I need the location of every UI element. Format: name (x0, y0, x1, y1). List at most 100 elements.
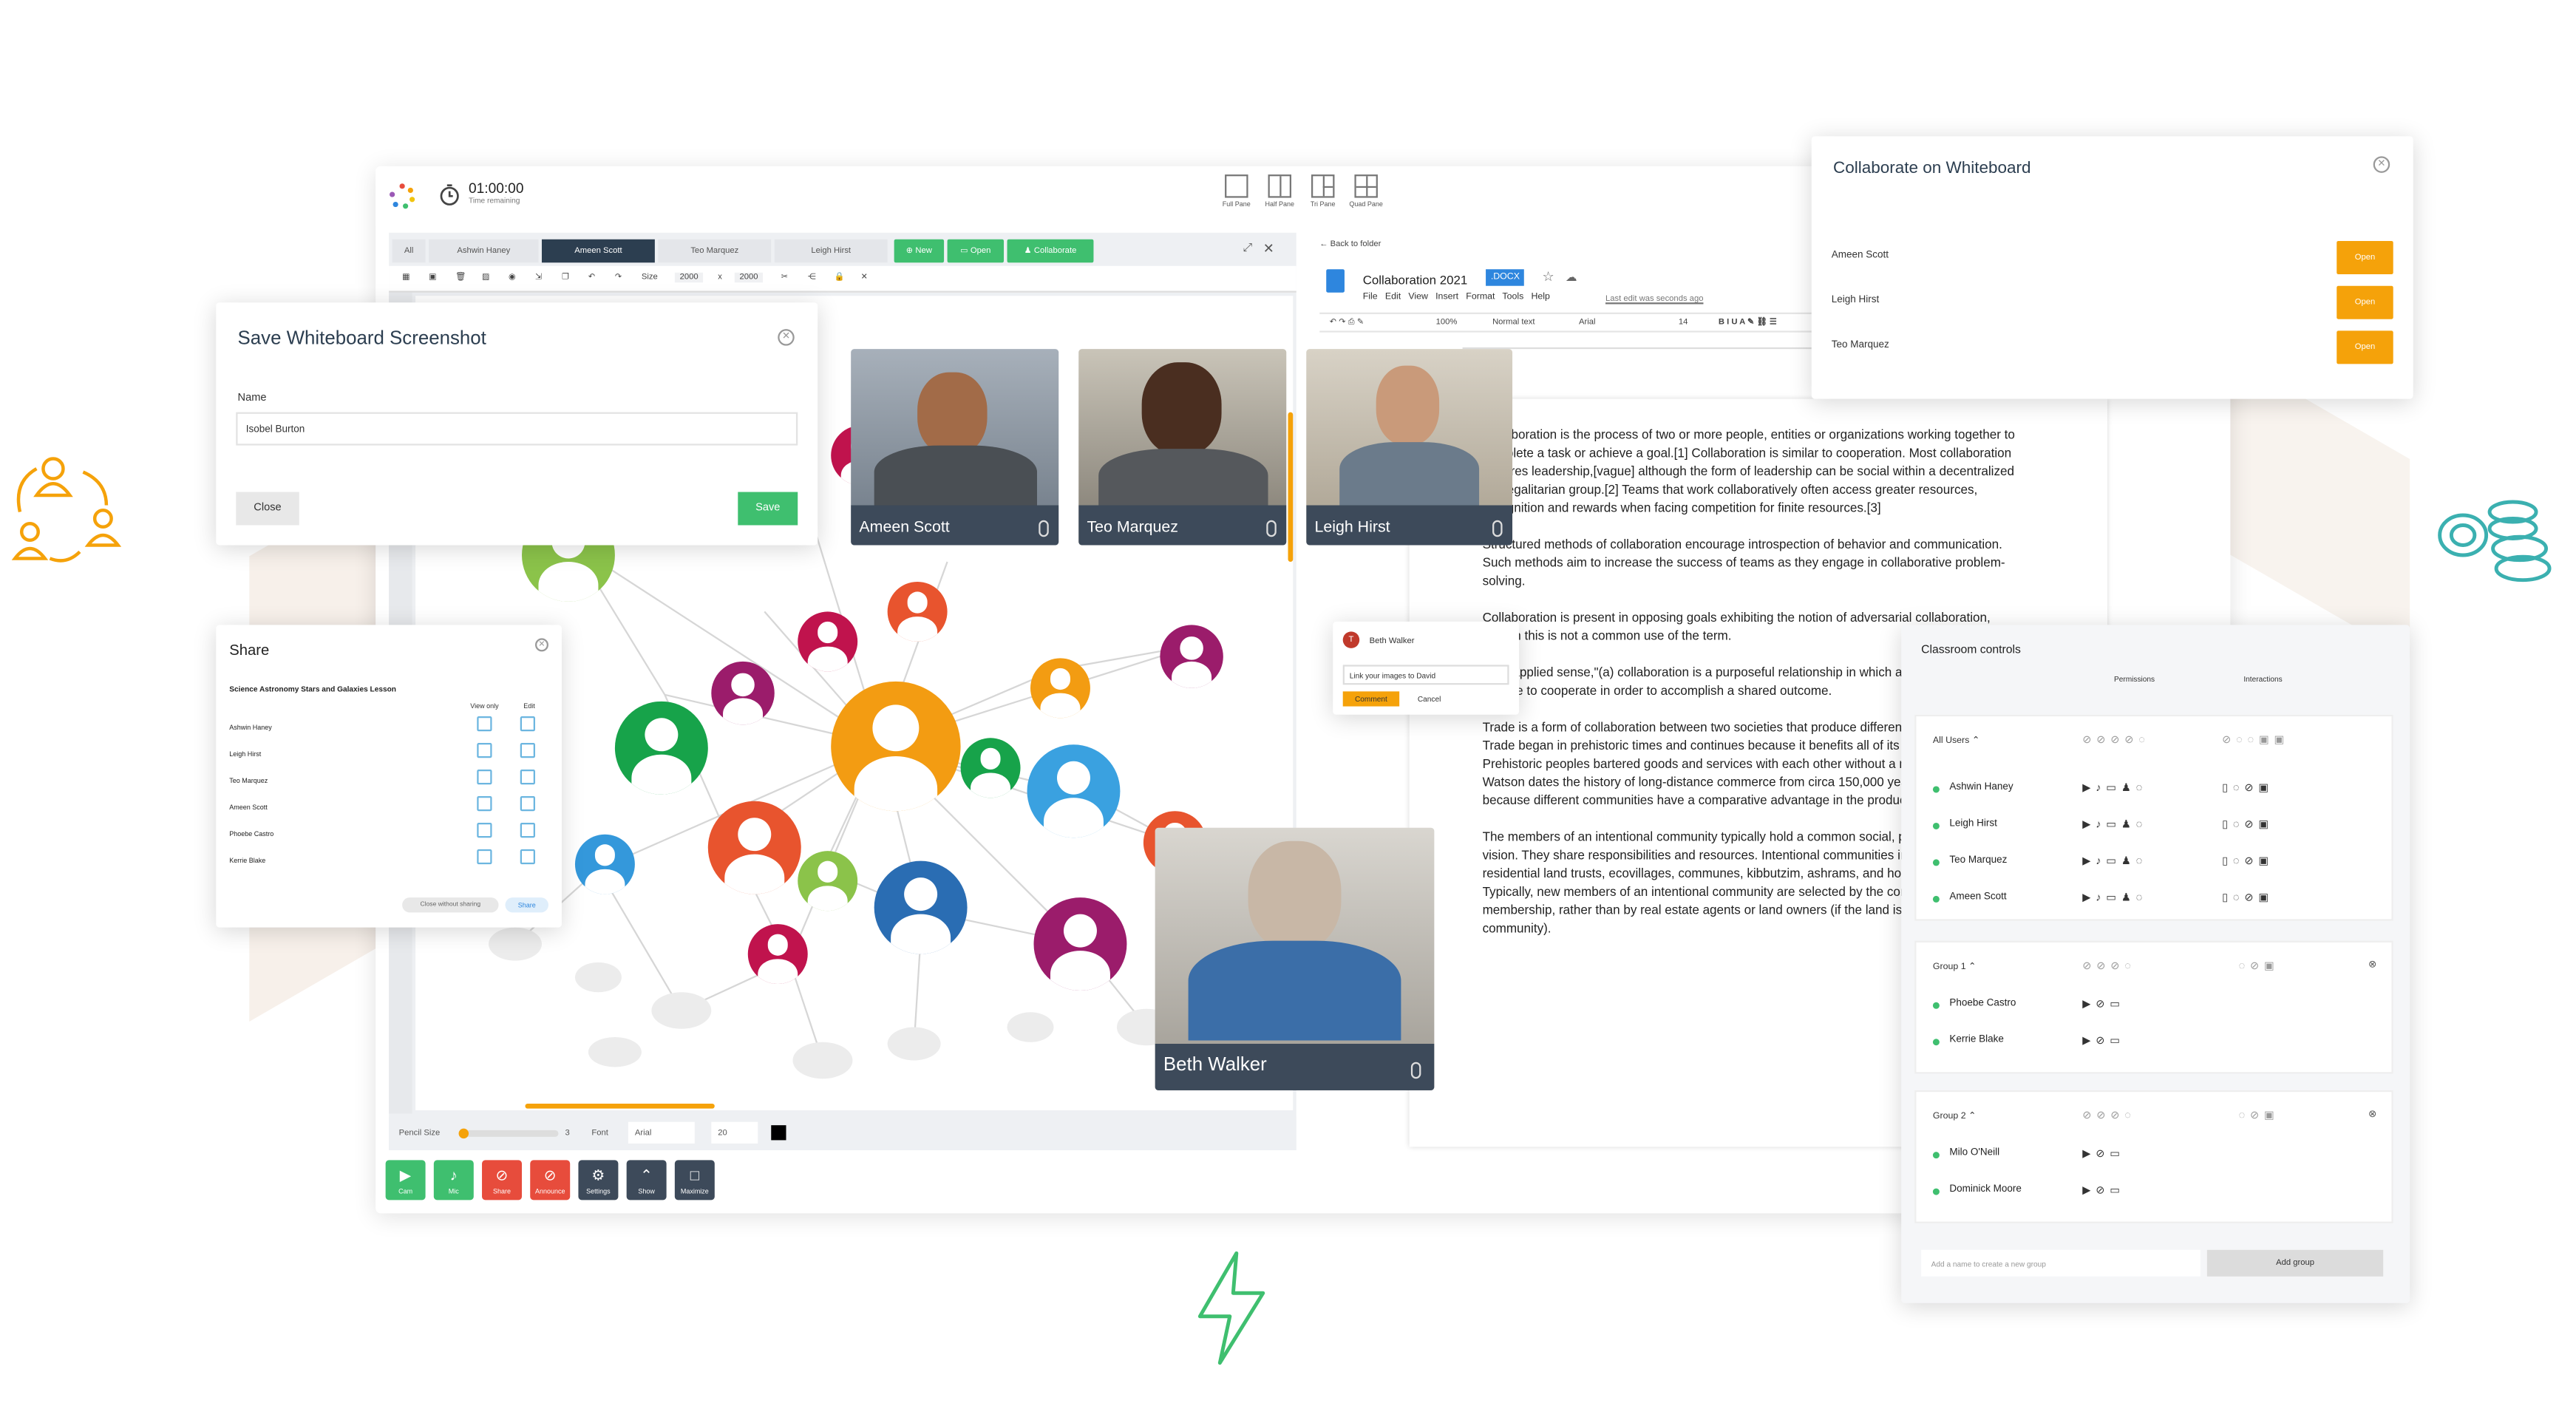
mic-button[interactable]: ♪ Mic (433, 1160, 474, 1200)
close-button[interactable]: Close (236, 492, 299, 526)
trash-icon[interactable]: 🗑 (455, 273, 466, 282)
edit-checkbox[interactable] (520, 795, 535, 812)
chrome-icon[interactable]: ◉ (509, 273, 516, 282)
tab-ameen-scott[interactable]: Ameen Scott (541, 239, 655, 263)
undo-icon[interactable]: ↶ ↷ ⎙ ✎ (1330, 317, 1365, 327)
vertical-scrollbar[interactable] (1288, 412, 1294, 562)
edit-checkbox[interactable] (520, 743, 535, 758)
close-icon[interactable]: ✕ (1263, 241, 1274, 256)
comment-button[interactable]: Comment (1342, 691, 1400, 707)
grid-icon[interactable]: ▦ (402, 273, 410, 282)
tab-leigh-hirst[interactable]: Leigh Hirst (774, 239, 888, 263)
settings-button[interactable]: ⚙ Settings (578, 1160, 619, 1200)
horizontal-scrollbar[interactable] (525, 1103, 715, 1109)
mic-icon[interactable] (1410, 1062, 1421, 1079)
new-button[interactable]: ⊕ New (894, 239, 945, 263)
close-icon[interactable]: ✕ (534, 638, 548, 652)
maximize-button[interactable]: □ Maximize (674, 1160, 715, 1200)
pencil-size-slider[interactable] (458, 1128, 559, 1139)
permission-icons[interactable]: ⊘⊘⊘◌ (2082, 959, 2135, 973)
height-input[interactable]: 2000 (734, 272, 764, 283)
doc-title[interactable]: Collaboration 2021 (1363, 273, 1468, 288)
open-button[interactable]: ▭ Open (947, 239, 1005, 263)
group-label[interactable]: Group 2 ⌃ (1933, 1112, 1976, 1121)
collaborate-button[interactable]: ♟ Collaborate (1007, 239, 1094, 263)
undo-icon[interactable]: ↶ (588, 273, 595, 282)
export-icon[interactable]: ⇲ (535, 273, 542, 282)
view-only-checkbox[interactable] (477, 822, 492, 838)
tab-all[interactable]: All (392, 239, 426, 263)
edit-checkbox[interactable] (520, 849, 535, 865)
tab-ashwin-haney[interactable]: Ashwin Haney (429, 239, 539, 263)
star-icon[interactable]: ☆ (1543, 269, 1554, 284)
font-select[interactable]: Arial (1579, 317, 1596, 327)
close-icon[interactable]: ✕ (2373, 156, 2390, 173)
style-select[interactable]: Normal text (1492, 317, 1535, 327)
open-button[interactable]: Open (2337, 241, 2393, 274)
edit-checkbox[interactable] (520, 770, 535, 785)
view-only-checkbox[interactable] (477, 743, 492, 758)
permission-icons[interactable]: ⊘⊘⊘⊘◌ (2082, 733, 2150, 747)
video-tile-beth-walker[interactable]: Beth Walker (1155, 827, 1435, 1090)
user-interaction-icons[interactable]: ▯◌⊘▣ (2222, 781, 2274, 795)
close-icon[interactable]: ✕ (778, 329, 795, 346)
cam-button[interactable]: ▶ Cam (385, 1160, 426, 1200)
user-permission-icons[interactable]: ▶⊘▭ (2082, 1034, 2125, 1047)
comment-input[interactable]: Link your images to David (1342, 665, 1509, 685)
interaction-icons[interactable]: ◌⊘▣ (2239, 1109, 2280, 1122)
group-label[interactable]: All Users ⌃ (1933, 736, 1979, 746)
mic-icon[interactable] (1492, 520, 1503, 537)
width-input[interactable]: 2000 (674, 272, 704, 283)
back-to-folder-link[interactable]: ← Back to folder (1319, 240, 1381, 249)
view-only-checkbox[interactable] (477, 849, 492, 865)
close-without-sharing-button[interactable]: Close without sharing (402, 897, 499, 913)
last-edit[interactable]: Last edit was seconds ago (1605, 294, 1704, 304)
new-group-input[interactable]: Add a name to create a new group (1921, 1249, 2201, 1277)
user-interaction-icons[interactable]: ▯◌⊘▣ (2222, 818, 2274, 831)
format-icons[interactable]: B I U A ✎ ⛓ ☰ (1719, 317, 1777, 327)
edit-checkbox[interactable] (520, 822, 535, 838)
view-only-checkbox[interactable] (477, 795, 492, 812)
save-button[interactable]: Save (738, 492, 798, 526)
layout-quad-pane[interactable]: Quad Pane (1345, 174, 1387, 208)
open-button[interactable]: Open (2337, 330, 2393, 364)
lock-icon[interactable]: 🔒 (835, 273, 845, 282)
user-permission-icons[interactable]: ▶♪▭♟◌ (2082, 891, 2147, 904)
font-size-select[interactable]: 20 (711, 1121, 758, 1144)
video-tile-ameen-scott[interactable]: Ameen Scott (851, 349, 1059, 546)
group-label[interactable]: Group 1 ⌃ (1933, 962, 1976, 972)
clear-icon[interactable]: ✕ (861, 273, 868, 282)
font-select[interactable]: Arial (628, 1121, 695, 1144)
user-permission-icons[interactable]: ▶♪▭♟◌ (2082, 818, 2147, 831)
add-group-button[interactable]: Add group (2206, 1249, 2384, 1277)
view-only-checkbox[interactable] (477, 716, 492, 732)
mic-icon[interactable] (1039, 520, 1049, 537)
zoom-select[interactable]: 100% (1436, 317, 1458, 327)
interaction-icons[interactable]: ◌⊘▣ (2239, 959, 2280, 973)
copy-icon[interactable]: ❐ (562, 273, 569, 282)
user-interaction-icons[interactable]: ▯◌⊘▣ (2222, 891, 2274, 904)
expand-icon[interactable]: ⤢ (1243, 242, 1253, 256)
interaction-icons[interactable]: ⊘◌◌▣▣ (2222, 733, 2289, 747)
remove-group-icon[interactable]: ⊗ (2368, 1109, 2376, 1120)
show-button[interactable]: ⌃ Show (626, 1160, 667, 1200)
layout-half-pane[interactable]: Half Pane (1258, 174, 1301, 208)
color-swatch[interactable] (771, 1125, 786, 1141)
view-only-checkbox[interactable] (477, 770, 492, 785)
open-button[interactable]: Open (2337, 285, 2393, 319)
tab-teo-marquez[interactable]: Teo Marquez (658, 239, 772, 263)
announce-button[interactable]: ⊘ Announce (530, 1160, 571, 1200)
permission-icons[interactable]: ⊘⊘⊘◌ (2082, 1109, 2135, 1122)
share-icon[interactable]: ⋲ (808, 273, 816, 282)
name-input[interactable]: Isobel Burton (236, 412, 798, 446)
save-icon[interactable]: ▣ (429, 273, 437, 282)
user-permission-icons[interactable]: ▶♪▭♟◌ (2082, 781, 2147, 795)
user-permission-icons[interactable]: ▶⊘▭ (2082, 997, 2125, 1011)
video-tile-leigh-hirst[interactable]: Leigh Hirst (1306, 349, 1513, 546)
video-tile-teo-marquez[interactable]: Teo Marquez (1078, 349, 1287, 546)
edit-checkbox[interactable] (520, 716, 535, 732)
user-permission-icons[interactable]: ▶⊘▭ (2082, 1183, 2125, 1197)
mic-icon[interactable] (1266, 520, 1277, 537)
share-button[interactable]: ⊘ Share (482, 1160, 522, 1200)
redo-icon[interactable]: ↷ (615, 273, 622, 282)
